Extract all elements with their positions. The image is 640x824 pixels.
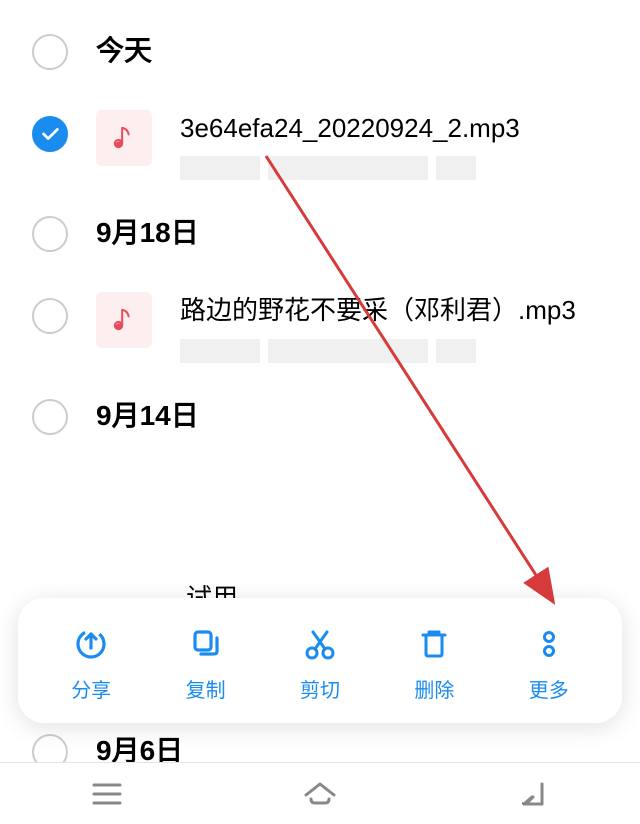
section-header-today[interactable]: 今天 <box>0 8 640 90</box>
music-note-icon <box>113 125 135 151</box>
file-row[interactable]: 3e64efa24_20220924_2.mp3 <box>0 90 640 190</box>
checkbox-today[interactable] <box>32 34 68 70</box>
trash-icon <box>414 624 454 664</box>
section-header-sep14[interactable]: 9月14日 <box>0 373 640 455</box>
more-button[interactable]: 更多 <box>506 624 592 703</box>
music-file-icon <box>96 292 152 348</box>
music-file-icon <box>96 110 152 166</box>
checkbox-sep14[interactable] <box>32 399 68 435</box>
system-nav-bar <box>0 762 640 824</box>
music-note-icon <box>113 307 135 333</box>
action-label: 复制 <box>186 674 226 703</box>
action-label: 分享 <box>71 674 111 703</box>
back-button[interactable] <box>473 770 593 818</box>
recents-button[interactable] <box>47 770 167 818</box>
check-icon <box>39 123 61 145</box>
file-subinfo <box>180 156 608 180</box>
file-subinfo <box>180 339 608 363</box>
share-icon <box>71 624 111 664</box>
back-icon <box>512 773 554 815</box>
section-label: 今天 <box>96 29 152 69</box>
home-button[interactable] <box>260 770 380 818</box>
section-label: 9月18日 <box>96 211 199 251</box>
file-row[interactable]: 路边的野花不要采（邓利君）.mp3 <box>0 272 640 372</box>
more-vertical-icon <box>529 624 569 664</box>
delete-button[interactable]: 删除 <box>391 624 477 703</box>
menu-icon <box>86 773 128 815</box>
section-header-sep18[interactable]: 9月18日 <box>0 190 640 272</box>
checkbox-file-1[interactable] <box>32 116 68 152</box>
section-label: 9月14日 <box>96 394 199 434</box>
file-meta: 3e64efa24_20220924_2.mp3 <box>180 110 608 180</box>
share-button[interactable]: 分享 <box>48 624 134 703</box>
home-icon <box>299 773 341 815</box>
file-list: 今天 3e64efa24_20220924_2.mp3 9月18日 <box>0 0 640 455</box>
action-label: 删除 <box>414 674 454 703</box>
copy-icon <box>186 624 226 664</box>
copy-button[interactable]: 复制 <box>163 624 249 703</box>
file-name: 路边的野花不要采（邓利君）.mp3 <box>180 292 608 328</box>
action-label: 更多 <box>529 674 569 703</box>
action-bar: 分享 复制 剪切 删除 <box>18 598 622 723</box>
file-meta: 路边的野花不要采（邓利君）.mp3 <box>180 292 608 362</box>
checkbox-file-2[interactable] <box>32 298 68 334</box>
file-name: 3e64efa24_20220924_2.mp3 <box>180 110 608 146</box>
action-label: 剪切 <box>300 674 340 703</box>
checkbox-sep18[interactable] <box>32 216 68 252</box>
cut-button[interactable]: 剪切 <box>277 624 363 703</box>
cut-icon <box>300 624 340 664</box>
